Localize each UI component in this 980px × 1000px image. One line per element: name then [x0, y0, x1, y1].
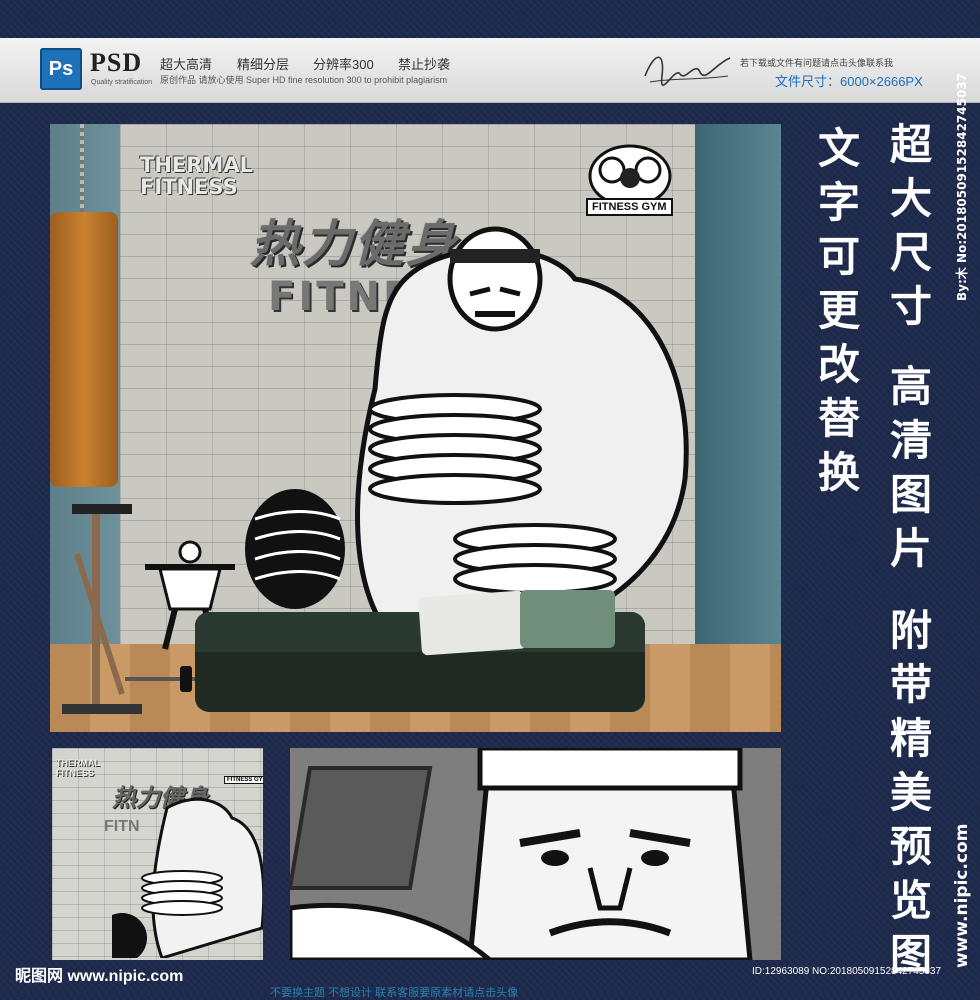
feature-hd: 超大高清 [160, 57, 213, 72]
side-text-large-size: 超大尺寸 [889, 120, 932, 331]
pillow-white [418, 590, 527, 656]
side-watermark-url: www.nipic.com [952, 824, 972, 968]
contact-notice: 若下载或文件有问题请点击头像联系我 [740, 58, 894, 68]
dumbbell-icon [125, 666, 205, 692]
svg-text:www.nipic.com: www.nipic.com [952, 824, 972, 968]
signature-icon [644, 56, 731, 86]
room-wall-right [695, 124, 781, 732]
file-size-label: 文件尺寸：6000×2666PX [775, 74, 923, 89]
gym-logo-text: FITNESS GYM [586, 198, 673, 216]
svg-text:By:木 No:20180509152842745037: By:木 No:20180509152842745037 [954, 73, 969, 301]
side-text-editable: 文字可更改替换 [817, 124, 860, 497]
main-preview-image: THERMAL FITNESS 热力健身 FITNE FITNESS GYM [50, 124, 781, 732]
nipic-logo: 昵图网 www.nipic.com [15, 968, 184, 985]
side-text-preview: 附带精美预览图 [889, 606, 932, 979]
header-banner: Ps PSD Quality stratification 超大高清 精细分层 … [0, 38, 980, 103]
feature-resolution: 分辨率300 [313, 57, 374, 72]
pillow-green [520, 590, 615, 648]
thumbnail-full-preview: THERMAL FITNESS 热力健身 FITN FITNESS GYM [52, 748, 263, 960]
thumb-title-en: THERMAL FITNESS [56, 758, 100, 778]
poster-title-en: THERMAL FITNESS [140, 153, 253, 199]
footer-id-text: ID:12963089 NO:20180509152842745037 [752, 966, 942, 977]
face-closeup-icon [290, 748, 781, 960]
psd-sublabel: Quality stratification [91, 79, 153, 86]
thumb-bodybuilder-icon [112, 797, 263, 958]
punching-bag-icon [50, 212, 118, 487]
footer-strip-text: 不要换主题 不想设计 联系客服要原素材请点击头像 [270, 987, 519, 999]
side-watermark-id: By:木 No:20180509152842745037 [954, 73, 969, 301]
chain-icon [80, 124, 84, 212]
psd-label: PSD [90, 48, 143, 77]
photoshop-logo-icon: Ps [40, 48, 82, 90]
feature-layers: 精细分层 [237, 57, 290, 72]
side-text-hd-image: 高清图片 [889, 362, 932, 573]
features-subtitle: 原创作品 请放心使用 Super HD fine resolution 300 … [160, 75, 448, 85]
bodybuilder-illustration-icon [245, 226, 689, 629]
thumbnail-detail-closeup [290, 748, 781, 960]
feature-no-plagiarism: 禁止抄袭 [398, 57, 451, 72]
thumb-gym-logo-text: FITNESS GYM [224, 776, 263, 784]
